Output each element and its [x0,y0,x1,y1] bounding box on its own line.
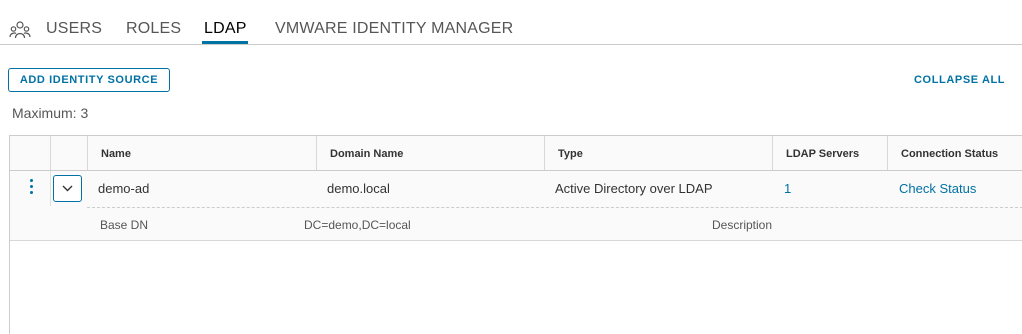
grid-header: Name Domain Name Type LDAP Servers Conne… [10,136,1022,171]
base-dn-value: DC=demo,DC=local [304,218,411,232]
tab-vmware-identity-manager[interactable]: VMWARE IDENTITY MANAGER [275,20,513,38]
column-header-domain-name[interactable]: Domain Name [330,148,403,160]
row-domain-name: demo.local [327,181,390,196]
row-type: Active Directory over LDAP [555,181,713,196]
row-actions-kebab-icon[interactable] [27,179,35,197]
add-identity-source-button[interactable]: ADD IDENTITY SOURCE [8,68,170,92]
column-separator [87,136,88,170]
detail-divider [87,207,1022,208]
column-separator [544,136,545,170]
chevron-down-icon [62,185,73,192]
expanded-row-background [10,171,1022,241]
check-status-link[interactable]: Check Status [899,181,976,196]
users-group-icon [9,21,31,39]
tab-bar: USERS ROLES LDAP VMWARE IDENTITY MANAGER [0,0,1022,45]
collapse-all-link[interactable]: COLLAPSE ALL [914,74,1005,86]
base-dn-label: Base DN [100,218,149,232]
identity-source-grid: Name Domain Name Type LDAP Servers Conne… [9,135,1022,334]
tab-roles[interactable]: ROLES [126,20,181,38]
row-ldap-servers-link[interactable]: 1 [784,181,791,196]
tab-users[interactable]: USERS [46,20,102,38]
column-separator [887,136,888,170]
row-expand-button[interactable] [53,175,82,202]
active-tab-indicator [202,41,248,44]
row-name: demo-ad [98,181,150,196]
column-separator [50,136,51,170]
column-separator [772,136,773,170]
column-separator [316,136,317,170]
tab-ldap[interactable]: LDAP [204,20,247,38]
column-header-ldap-servers[interactable]: LDAP Servers [786,148,859,160]
column-header-type[interactable]: Type [558,148,583,160]
row-action-separator [50,171,51,206]
maximum-count-label: Maximum: 3 [12,105,89,121]
column-header-connection-status[interactable]: Connection Status [901,148,998,160]
column-header-name[interactable]: Name [101,148,131,160]
description-label: Description [712,218,773,232]
